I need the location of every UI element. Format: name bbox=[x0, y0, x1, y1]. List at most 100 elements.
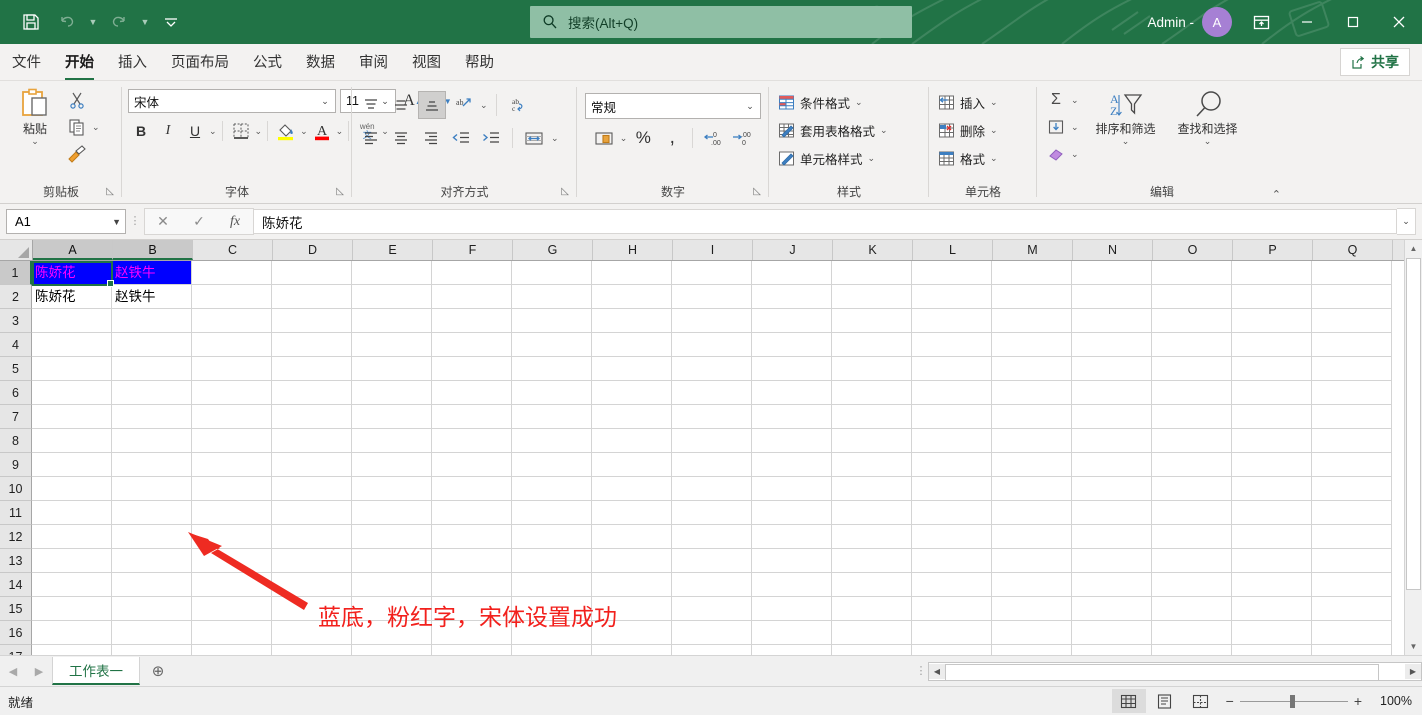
cell-F12[interactable] bbox=[432, 525, 512, 549]
cell-H9[interactable] bbox=[592, 453, 672, 477]
cell-F11[interactable] bbox=[432, 501, 512, 525]
cell-O14[interactable] bbox=[1152, 573, 1232, 597]
cell-P7[interactable] bbox=[1232, 405, 1312, 429]
cell-A9[interactable] bbox=[32, 453, 112, 477]
paste-button[interactable]: 粘贴 ⌄ bbox=[6, 85, 64, 147]
cell-J9[interactable] bbox=[752, 453, 832, 477]
cell-O12[interactable] bbox=[1152, 525, 1232, 549]
cell-G8[interactable] bbox=[512, 429, 592, 453]
cell-A15[interactable] bbox=[32, 597, 112, 621]
insert-function-icon[interactable]: fx bbox=[217, 209, 253, 234]
align-bottom-button[interactable] bbox=[418, 91, 446, 119]
cell-Q7[interactable] bbox=[1312, 405, 1392, 429]
formula-input[interactable]: 陈娇花 bbox=[254, 209, 1397, 234]
tab-data[interactable]: 数据 bbox=[294, 46, 347, 80]
row-header-13[interactable]: 13 bbox=[0, 549, 32, 573]
column-header-J[interactable]: J bbox=[753, 240, 833, 260]
undo-icon[interactable] bbox=[50, 7, 84, 37]
share-button[interactable]: 共享 bbox=[1340, 48, 1410, 76]
conditional-formatting-button[interactable]: 条件格式 ⌄ bbox=[775, 89, 866, 115]
cell-O8[interactable] bbox=[1152, 429, 1232, 453]
cell-H10[interactable] bbox=[592, 477, 672, 501]
cell-N15[interactable] bbox=[1072, 597, 1152, 621]
column-header-C[interactable]: C bbox=[193, 240, 273, 260]
cell-C1[interactable] bbox=[192, 261, 272, 285]
column-header-Q[interactable]: Q bbox=[1313, 240, 1393, 260]
cell-F3[interactable] bbox=[432, 309, 512, 333]
cell-F1[interactable] bbox=[432, 261, 512, 285]
cell-M5[interactable] bbox=[992, 357, 1072, 381]
cell-G17[interactable] bbox=[512, 645, 592, 655]
cell-N12[interactable] bbox=[1072, 525, 1152, 549]
normal-view-icon[interactable] bbox=[1111, 689, 1146, 713]
cell-C13[interactable] bbox=[192, 549, 272, 573]
cell-F9[interactable] bbox=[432, 453, 512, 477]
cell-A2[interactable]: 陈娇花 bbox=[32, 285, 112, 309]
cell-C17[interactable] bbox=[192, 645, 272, 655]
cell-J15[interactable] bbox=[752, 597, 832, 621]
scroll-left-icon[interactable]: ◀ bbox=[929, 663, 945, 679]
cell-E6[interactable] bbox=[352, 381, 432, 405]
merge-center-button[interactable] bbox=[521, 125, 547, 151]
accounting-format-button[interactable] bbox=[591, 125, 617, 151]
cell-B4[interactable] bbox=[112, 333, 192, 357]
cell-K9[interactable] bbox=[832, 453, 912, 477]
cell-M15[interactable] bbox=[992, 597, 1072, 621]
fill-dropdown-icon[interactable]: ⌄ bbox=[1071, 122, 1079, 133]
cell-E14[interactable] bbox=[352, 573, 432, 597]
name-box-dropdown-icon[interactable]: ▼ bbox=[112, 217, 121, 227]
cell-P13[interactable] bbox=[1232, 549, 1312, 573]
cell-A17[interactable] bbox=[32, 645, 112, 655]
cell-E17[interactable] bbox=[352, 645, 432, 655]
column-header-A[interactable]: A bbox=[33, 240, 113, 260]
cell-L17[interactable] bbox=[912, 645, 992, 655]
decrease-indent-button[interactable] bbox=[448, 125, 474, 151]
cell-F5[interactable] bbox=[432, 357, 512, 381]
format-as-table-button[interactable]: 套用表格格式 ⌄ bbox=[775, 117, 891, 143]
sheet-tab-1[interactable]: 工作表一 bbox=[52, 657, 140, 685]
minimize-icon[interactable] bbox=[1284, 0, 1330, 44]
increase-decimal-button[interactable]: .00 0 bbox=[729, 125, 755, 151]
cell-K2[interactable] bbox=[832, 285, 912, 309]
cell-I12[interactable] bbox=[672, 525, 752, 549]
cell-L1[interactable] bbox=[912, 261, 992, 285]
cell-E13[interactable] bbox=[352, 549, 432, 573]
cell-B13[interactable] bbox=[112, 549, 192, 573]
page-layout-view-icon[interactable] bbox=[1148, 689, 1182, 713]
cell-K15[interactable] bbox=[832, 597, 912, 621]
undo-dropdown-icon[interactable]: ▼ bbox=[86, 7, 100, 37]
cell-K16[interactable] bbox=[832, 621, 912, 645]
cell-N7[interactable] bbox=[1072, 405, 1152, 429]
cell-E4[interactable] bbox=[352, 333, 432, 357]
cell-K11[interactable] bbox=[832, 501, 912, 525]
cell-Q17[interactable] bbox=[1312, 645, 1392, 655]
format-cells-dropdown-icon[interactable]: ⌄ bbox=[990, 153, 998, 164]
cell-E11[interactable] bbox=[352, 501, 432, 525]
cell-E9[interactable] bbox=[352, 453, 432, 477]
cell-M14[interactable] bbox=[992, 573, 1072, 597]
cell-J10[interactable] bbox=[752, 477, 832, 501]
column-header-B[interactable]: B bbox=[113, 240, 193, 260]
row-header-12[interactable]: 12 bbox=[0, 525, 32, 549]
cell-J2[interactable] bbox=[752, 285, 832, 309]
cell-A11[interactable] bbox=[32, 501, 112, 525]
tab-review[interactable]: 审阅 bbox=[347, 46, 400, 80]
cell-B6[interactable] bbox=[112, 381, 192, 405]
cell-B8[interactable] bbox=[112, 429, 192, 453]
page-break-preview-icon[interactable] bbox=[1184, 689, 1218, 713]
cell-J11[interactable] bbox=[752, 501, 832, 525]
cell-G4[interactable] bbox=[512, 333, 592, 357]
row-header-14[interactable]: 14 bbox=[0, 573, 32, 597]
customize-quick-access-icon[interactable] bbox=[154, 7, 188, 37]
cell-J4[interactable] bbox=[752, 333, 832, 357]
cell-Q2[interactable] bbox=[1312, 285, 1392, 309]
cell-D17[interactable] bbox=[272, 645, 352, 655]
cell-N8[interactable] bbox=[1072, 429, 1152, 453]
row-header-17[interactable]: 17 bbox=[0, 645, 32, 655]
borders-button[interactable] bbox=[228, 118, 254, 144]
cell-H3[interactable] bbox=[592, 309, 672, 333]
cell-I10[interactable] bbox=[672, 477, 752, 501]
cell-L7[interactable] bbox=[912, 405, 992, 429]
cell-G14[interactable] bbox=[512, 573, 592, 597]
cell-C6[interactable] bbox=[192, 381, 272, 405]
